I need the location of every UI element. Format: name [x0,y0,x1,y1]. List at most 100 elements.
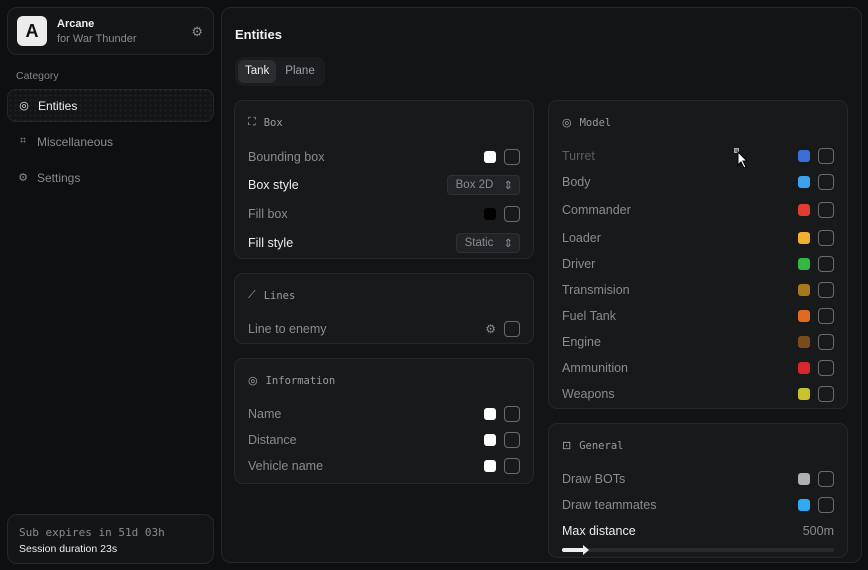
setting-label: Vehicle name [248,459,484,473]
checkbox[interactable] [818,230,834,246]
setting-row: Box styleBox 2D⇕ [248,171,520,199]
model-card: ◎ModelTurretBodyCommanderLoaderDriverTra… [548,100,848,409]
subscription-panel: Sub expires in 51d 03h Session duration … [7,514,214,564]
color-swatch[interactable] [798,176,810,188]
color-swatch[interactable] [798,204,810,216]
setting-row: Engine [562,329,834,355]
checkbox[interactable] [818,148,834,164]
grid-icon: ⌗ [17,135,29,148]
setting-label: Body [562,175,798,189]
setting-row: Weapons [562,381,834,407]
color-swatch[interactable] [484,460,496,472]
color-swatch[interactable] [798,150,810,162]
checkbox[interactable] [818,334,834,350]
setting-row: Ammunition [562,355,834,381]
setting-row: Fill styleStatic⇕ [248,229,520,257]
checkbox[interactable] [504,206,520,222]
setting-row: Body [562,169,834,195]
sidebar-item-label: Miscellaneous [37,135,113,149]
setting-row: Draw BOTs [562,466,834,492]
color-swatch[interactable] [484,151,496,163]
checkbox[interactable] [818,308,834,324]
setting-label: Fill box [248,207,484,221]
checkbox[interactable] [818,202,834,218]
checkbox[interactable] [504,406,520,422]
setting-label: Driver [562,257,798,271]
setting-row: Transmision [562,277,834,303]
chevron-updown-icon: ⇕ [503,178,513,192]
general-icon: ⊡ [562,439,571,452]
checkbox[interactable] [818,360,834,376]
card-title: General [579,440,623,452]
tab-tank[interactable]: Tank [238,60,276,83]
gear-icon: ⚙ [17,171,29,184]
subscription-expiry: Sub expires in 51d 03h [19,526,202,539]
setting-row: Turret [562,143,834,169]
checkbox[interactable] [818,174,834,190]
card-title: Box [264,117,283,129]
style-select[interactable]: Box 2D⇕ [447,175,520,195]
color-swatch[interactable] [484,208,496,220]
checkbox[interactable] [504,432,520,448]
color-swatch[interactable] [798,310,810,322]
setting-row: Fill box [248,199,520,229]
information-card: ◎ Information Name Distance Vehicle name [234,358,534,484]
app-subtitle: for War Thunder [57,33,136,45]
tab-bar: Tank Plane [235,57,325,86]
slider-row: Max distance500m [562,518,834,544]
setting-label: Draw BOTs [562,472,798,486]
color-swatch[interactable] [798,362,810,374]
checkbox[interactable] [818,386,834,402]
setting-row: Name [248,401,520,427]
setting-row: Draw teammates [562,492,834,518]
checkbox[interactable] [818,282,834,298]
color-swatch[interactable] [798,388,810,400]
sidebar-item-entities[interactable]: ◎Entities [7,89,214,122]
info-scan-icon: ◎ [248,374,258,387]
setting-label: Ammunition [562,361,798,375]
card-title: Information [266,375,336,387]
tab-plane[interactable]: Plane [278,60,321,83]
setting-row: Fuel Tank [562,303,834,329]
setting-row: Driver [562,251,834,277]
color-swatch[interactable] [798,336,810,348]
setting-label: Fill style [248,236,456,250]
sidebar-item-settings[interactable]: ⚙ Settings [7,161,214,194]
style-select[interactable]: Static⇕ [456,233,520,253]
setting-label: Name [248,407,484,421]
app-logo: A [17,16,47,46]
box-icon: ⛶ [248,116,256,129]
setting-label: Weapons [562,387,798,401]
color-swatch[interactable] [484,434,496,446]
checkbox[interactable] [504,149,520,165]
general-card: ⊡ General Draw BOTs Draw teammatesMax dista… [548,423,848,558]
lines-card: ⟋LinesLine to enemy⚙ [234,273,534,344]
max-distance-slider[interactable] [562,548,834,552]
gear-icon[interactable]: ⚙ [191,24,203,40]
setting-label: Line to enemy [248,322,485,336]
checkbox[interactable] [504,458,520,474]
color-swatch[interactable] [798,284,810,296]
color-swatch[interactable] [484,408,496,420]
color-swatch[interactable] [798,258,810,270]
checkbox[interactable] [818,497,834,513]
checkbox[interactable] [504,321,520,337]
checkbox[interactable] [818,471,834,487]
chevron-updown-icon: ⇕ [503,236,513,250]
setting-row: Bounding box [248,143,520,171]
box-card: ⛶ Box Bounding boxBox styleBox 2D⇕ Fill box… [234,100,534,259]
sidebar-item-miscellaneous[interactable]: ⌗ Miscellaneous [7,125,214,158]
sidebar-item-label: Settings [37,171,80,185]
gear-icon[interactable]: ⚙ [485,322,496,336]
slider-handle[interactable] [583,545,589,555]
category-label: Category [16,70,59,82]
setting-row: Distance [248,427,520,453]
sidebar-item-label: Entities [38,99,77,113]
checkbox[interactable] [818,256,834,272]
setting-row: Loader [562,225,834,251]
color-swatch[interactable] [798,232,810,244]
color-swatch[interactable] [798,499,810,511]
color-swatch[interactable] [798,473,810,485]
model-scan-icon: ◎ [562,116,572,129]
cursor-arrow-icon [737,151,749,169]
